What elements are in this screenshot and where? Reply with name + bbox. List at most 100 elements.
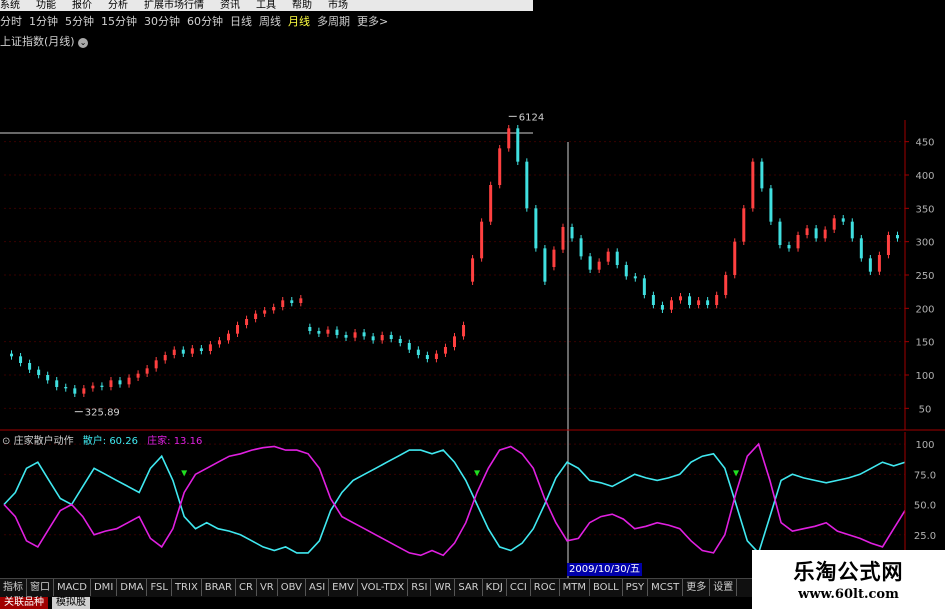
candle-body — [615, 251, 619, 265]
candle-body — [841, 218, 845, 222]
candle-body — [688, 296, 692, 305]
candle-body — [389, 335, 393, 339]
indicator-tab-5[interactable]: FSL — [147, 579, 172, 596]
indicator-tab-15[interactable]: WR — [431, 579, 456, 596]
candle-body — [516, 128, 520, 162]
indicator-tab-13[interactable]: VOL-TDX — [358, 579, 409, 596]
candle-body — [118, 380, 122, 385]
candle-body — [715, 295, 719, 305]
period-tab-4[interactable]: 30分钟 — [144, 15, 180, 28]
indicator-tab-17[interactable]: KDJ — [483, 579, 507, 596]
menu-item-2[interactable]: 报价 — [72, 0, 92, 11]
period-tab-3[interactable]: 15分钟 — [101, 15, 137, 28]
simulated-stock-tab[interactable]: 模拟股 — [52, 597, 90, 609]
candle-body — [832, 218, 836, 230]
candle-body — [859, 238, 863, 259]
y-tick-label: 50 — [919, 404, 932, 415]
menu-item-3[interactable]: 分析 — [108, 0, 128, 11]
chevron-down-icon[interactable]: ⌄ — [78, 38, 89, 48]
candle-body — [263, 310, 267, 314]
menu-item-1[interactable]: 功能 — [36, 0, 56, 11]
period-tab-6[interactable]: 日线 — [230, 15, 252, 28]
indicator-tab-25[interactable]: 设置 — [710, 579, 738, 596]
y-tick-label: 450 — [915, 138, 934, 149]
menu-item-7[interactable]: 帮助 — [292, 0, 312, 11]
ind-tick-label: 75.0 — [914, 470, 936, 481]
period-bar: 分时 1分钟 5分钟 15分钟 30分钟 60分钟 日线 周线 月线 多周期 更多> — [0, 13, 533, 30]
period-tab-7[interactable]: 周线 — [259, 15, 281, 28]
dealer-value: 庄家: 13.16 — [147, 436, 203, 447]
indicator-title: ⊙ 庄家散户动作 散户: 60.26 庄家: 13.16 — [2, 432, 202, 447]
period-tab-0[interactable]: 分时 — [0, 15, 22, 28]
indicator-tab-11[interactable]: ASI — [306, 579, 330, 596]
indicator-tab-6[interactable]: TRIX — [172, 579, 202, 596]
period-tab-10[interactable]: 更多> — [357, 15, 388, 28]
indicator-tab-23[interactable]: MCST — [648, 579, 684, 596]
ind-tick-label: 100 — [915, 440, 934, 451]
candle-body — [633, 276, 637, 279]
candle-body — [226, 333, 230, 341]
candle-body — [579, 238, 583, 257]
main-chart-title: 上证指数(月线) ⌄ — [0, 33, 89, 49]
candle-body — [398, 339, 402, 343]
candle-body — [425, 355, 429, 359]
candle-body — [245, 319, 249, 325]
menu-item-6[interactable]: 工具 — [256, 0, 276, 11]
candle-body — [706, 300, 710, 305]
candle-body — [877, 255, 881, 272]
candle-body — [281, 300, 285, 307]
indicator-tab-20[interactable]: MTM — [560, 579, 590, 596]
indicator-tab-21[interactable]: BOLL — [590, 579, 623, 596]
related-products-tab[interactable]: 关联品种 — [0, 597, 48, 609]
y-tick-label: 200 — [915, 304, 934, 315]
indicator-tab-8[interactable]: CR — [236, 579, 257, 596]
candle-body — [127, 377, 131, 385]
indicator-tab-24[interactable]: 更多 — [683, 579, 711, 596]
period-tab-8[interactable]: 月线 — [288, 15, 310, 28]
menu-item-4[interactable]: 扩展市场行情 — [144, 0, 204, 11]
period-tab-9[interactable]: 多周期 — [317, 15, 350, 28]
indicator-tab-14[interactable]: RSI — [408, 579, 432, 596]
candle-body — [724, 275, 728, 295]
indicator-tab-4[interactable]: DMA — [117, 579, 148, 596]
candle-body — [507, 128, 511, 149]
indicator-tab-2[interactable]: MACD — [54, 579, 91, 596]
indicator-tab-0[interactable]: 指标 — [0, 579, 27, 596]
indicator-tab-9[interactable]: VR — [257, 579, 278, 596]
menu-bar: 系统 功能 报价 分析 扩展市场行情 资讯 工具 帮助 市场 — [0, 0, 533, 11]
candle-body — [236, 325, 240, 334]
indicator-layer — [3, 442, 906, 557]
indicator-tab-18[interactable]: CCI — [507, 579, 531, 596]
signal-marker — [733, 470, 740, 477]
y-tick-label: 250 — [915, 271, 934, 282]
candle-body — [37, 369, 41, 375]
menu-item-5[interactable]: 资讯 — [220, 0, 240, 11]
gear-icon[interactable]: ⊙ — [2, 436, 10, 447]
candle-body — [46, 375, 50, 381]
candle-body — [199, 348, 203, 351]
period-tab-5[interactable]: 60分钟 — [187, 15, 223, 28]
candle-body — [28, 363, 32, 370]
indicator-tab-1[interactable]: 窗口 — [27, 579, 54, 596]
menu-item-8[interactable]: 市场 — [328, 0, 348, 11]
candle-body — [353, 332, 357, 338]
candle-body — [416, 349, 420, 355]
indicator-tab-16[interactable]: SAR — [455, 579, 483, 596]
period-tab-2[interactable]: 5分钟 — [65, 15, 94, 28]
candle-body — [588, 256, 592, 270]
indicator-tab-10[interactable]: OBV — [278, 579, 306, 596]
indicator-name: 庄家散户动作 — [13, 436, 74, 447]
candle-body — [543, 248, 547, 282]
candle-body — [443, 347, 447, 354]
menu-item-0[interactable]: 系统 — [0, 0, 20, 11]
indicator-tab-7[interactable]: BRAR — [202, 579, 236, 596]
indicator-tab-19[interactable]: ROC — [531, 579, 560, 596]
candle-body — [561, 227, 565, 250]
indicator-tab-22[interactable]: PSY — [623, 579, 649, 596]
indicator-tab-12[interactable]: EMV — [329, 579, 358, 596]
candle-body — [489, 185, 493, 222]
candle-body — [751, 161, 755, 209]
candle-body — [471, 258, 475, 282]
period-tab-1[interactable]: 1分钟 — [29, 15, 58, 28]
indicator-tab-3[interactable]: DMI — [91, 579, 118, 596]
